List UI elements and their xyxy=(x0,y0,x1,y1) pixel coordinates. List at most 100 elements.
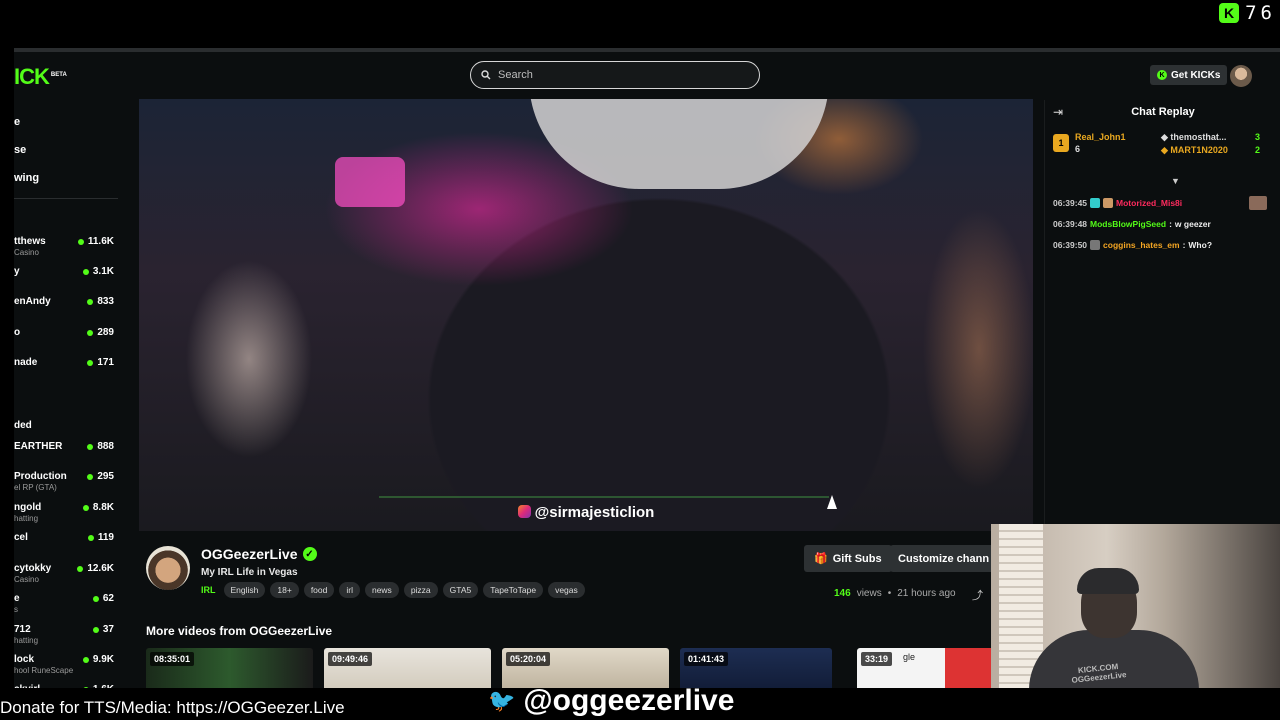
instagram-icon xyxy=(517,505,531,518)
sidebar-nav-browse[interactable]: se xyxy=(14,144,26,156)
sidebar-channel[interactable]: Production el RP (GTA) 295 xyxy=(14,471,118,492)
kick-logo-icon: K xyxy=(1219,3,1240,23)
live-dot-icon xyxy=(87,534,94,541)
tag[interactable]: 18+ xyxy=(270,582,299,598)
viewer-count: 289 xyxy=(87,327,114,338)
channel-category: Casino xyxy=(14,248,39,257)
viewer-count: 833 xyxy=(87,296,114,307)
search-bar[interactable] xyxy=(470,61,760,89)
customize-channel-button[interactable]: Customize chann xyxy=(890,545,1000,572)
leaderboard-count: 3 xyxy=(1255,132,1261,142)
sidebar-channel[interactable]: cytokky Casino 12.6K xyxy=(14,563,118,584)
live-dot-icon xyxy=(82,504,89,511)
video-progress-bar[interactable] xyxy=(379,496,829,498)
sidebar-channel[interactable]: EARTHER 888 xyxy=(14,441,118,452)
viewer-count-value: 12.6K xyxy=(87,563,114,574)
sidebar-channel[interactable]: enAndy 833 xyxy=(14,296,118,307)
viewer-count: 295 xyxy=(87,471,114,482)
gift-icon: 🎁 xyxy=(814,553,828,565)
sidebar-nav-following[interactable]: wing xyxy=(14,172,39,184)
channel-name-row: OGGeezerLive ✓ xyxy=(201,546,317,562)
share-icon[interactable]: ⤴ xyxy=(972,587,983,603)
kick-logo[interactable]: ICK BETA xyxy=(14,64,67,90)
video-handle-text: @sirmajesticlion xyxy=(534,504,655,521)
video-stats: 146 views • 21 hours ago xyxy=(834,588,956,599)
sidebar-channel[interactable]: 712 hatting 37 xyxy=(14,624,118,645)
message-username[interactable]: coggins_hates_em xyxy=(1103,240,1180,250)
viewer-count-value: 295 xyxy=(97,471,114,482)
viewer-count-value: 3.1K xyxy=(92,266,114,277)
sidebar-channel[interactable]: nade 171 xyxy=(14,357,118,368)
live-dot-icon xyxy=(77,238,84,245)
stream-title: My IRL Life in Vegas xyxy=(201,567,298,578)
views-label: views xyxy=(856,588,882,599)
streamer-cap xyxy=(1077,568,1139,594)
channel-name[interactable]: OGGeezerLive xyxy=(201,546,298,562)
tag[interactable]: irl xyxy=(339,582,360,598)
twitter-bird-icon: 🐦 xyxy=(488,688,516,713)
search-input[interactable] xyxy=(498,69,738,81)
message-username[interactable]: ModsBlowPigSeed xyxy=(1090,219,1166,229)
beta-badge: BETA xyxy=(50,71,67,78)
video-duration: 08:35:01 xyxy=(150,652,195,666)
message-time: 06:39:48 xyxy=(1053,218,1088,229)
twitter-handle-text: @oggeezerlive xyxy=(523,684,735,717)
sidebar-channel[interactable]: lock hool RuneScape 9.9K xyxy=(14,654,118,675)
expand-leaderboard-icon[interactable]: ▼ xyxy=(1171,176,1180,186)
channel-avatar[interactable] xyxy=(146,546,190,590)
viewer-count-value: 888 xyxy=(97,441,114,452)
live-dot-icon xyxy=(87,359,94,366)
viewer-count: 62 xyxy=(92,593,114,604)
video-scene-collar xyxy=(529,99,829,189)
sidebar-channel[interactable]: o 289 xyxy=(14,327,118,338)
get-kicks-button[interactable]: K Get KICKs xyxy=(1150,65,1228,85)
live-dot-icon xyxy=(87,329,94,336)
chat-messages: 06:39:45 Motorized_Mis8i 06:39:48 ModsBl… xyxy=(1053,192,1273,255)
live-dot-icon xyxy=(92,626,99,633)
tag[interactable]: TapeToTape xyxy=(483,582,544,598)
user-avatar[interactable] xyxy=(1230,65,1252,87)
category-link[interactable]: IRL xyxy=(201,585,216,595)
live-dot-icon xyxy=(87,443,94,450)
tag-list: IRL English 18+ food irl news pizza GTA5… xyxy=(201,582,585,598)
live-dot-icon xyxy=(87,473,94,480)
donate-text: Donate for TTS/Media: https://OGGeezer.L… xyxy=(0,698,345,717)
leaderboard-entry[interactable]: ◆ themosthat... xyxy=(1161,132,1226,143)
sidebar-channel[interactable]: e s 62 xyxy=(14,593,118,614)
live-dot-icon xyxy=(82,656,89,663)
viewer-count: 37 xyxy=(92,624,114,635)
verified-icon: ✓ xyxy=(302,547,317,561)
gift-subs-button[interactable]: 🎁 Gift Subs xyxy=(804,545,892,572)
video-player[interactable]: @sirmajesticlion xyxy=(139,99,1033,531)
viewer-count: 12.6K xyxy=(77,563,114,574)
sidebar: e se wing tthews Casino 11.6K y 3.1K enA… xyxy=(14,100,126,696)
tag[interactable]: vegas xyxy=(548,582,585,598)
leaderboard-first-name[interactable]: Real_John1 xyxy=(1075,132,1126,142)
sidebar-channel[interactable]: tthews Casino 11.6K xyxy=(14,236,118,257)
sidebar-nav-home[interactable]: e xyxy=(14,116,20,128)
tag[interactable]: GTA5 xyxy=(442,582,479,598)
message-username[interactable]: Motorized_Mis8i xyxy=(1116,198,1182,208)
viewer-count: 8.8K xyxy=(82,502,114,513)
tag[interactable]: news xyxy=(364,582,399,598)
viewer-count-value: 11.6K xyxy=(87,236,114,247)
tag[interactable]: pizza xyxy=(403,582,438,598)
webcam-streamer: KICK.COM OGGeezerLive xyxy=(1029,568,1199,692)
tag[interactable]: food xyxy=(303,582,335,598)
badge-icon xyxy=(1090,197,1101,208)
chat-message: 06:39:48 ModsBlowPigSeed : w geezer xyxy=(1053,218,1211,229)
viewer-count-value: 8.8K xyxy=(92,502,114,513)
sidebar-channel[interactable]: y 3.1K xyxy=(14,266,118,277)
sidebar-section-label: ded xyxy=(14,420,32,431)
sidebar-channel[interactable]: ngold hatting 8.8K xyxy=(14,502,118,523)
live-dot-icon xyxy=(92,595,99,602)
leaderboard-entry[interactable]: ◆ MART1N2020 xyxy=(1161,145,1228,156)
sidebar-channel[interactable]: cel 119 xyxy=(14,532,118,543)
tag[interactable]: English xyxy=(223,582,266,598)
chat-header: ⇥ Chat Replay xyxy=(1045,100,1280,126)
live-dot-icon xyxy=(82,268,89,275)
chat-message: 06:39:45 Motorized_Mis8i xyxy=(1053,192,1273,213)
sidebar-divider xyxy=(14,198,118,199)
viewer-count-value: 289 xyxy=(97,327,114,338)
views-count: 146 xyxy=(834,588,851,599)
